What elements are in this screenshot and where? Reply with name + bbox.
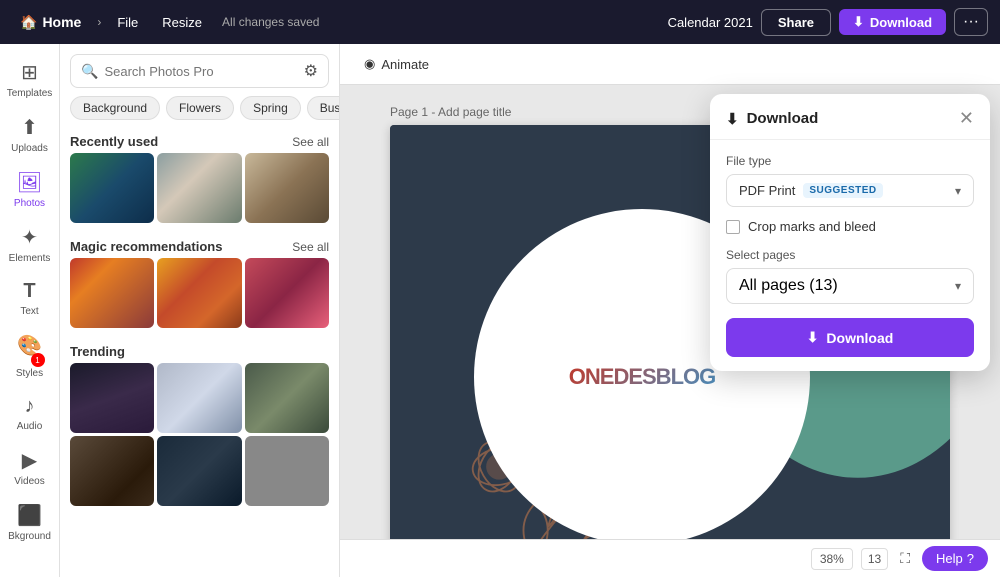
sidebar-item-audio[interactable]: ♪ Audio (0, 387, 59, 440)
search-input[interactable] (104, 64, 297, 79)
sidebar-item-background[interactable]: ⬛ Bkground (0, 495, 59, 550)
photo-thumb[interactable] (245, 436, 329, 506)
magic-recs-see-all[interactable]: See all (292, 240, 329, 254)
modal-download-btn-icon: ⬇ (807, 329, 819, 346)
file-type-label: File type (726, 154, 974, 168)
select-pages-select[interactable]: All pages (13) ▾ (726, 268, 974, 304)
saved-status: All changes saved (222, 15, 660, 29)
page-number[interactable]: 13 (861, 548, 888, 570)
nav-separator: › (97, 15, 101, 29)
file-type-select[interactable]: PDF Print SUGGESTED ▾ (726, 174, 974, 207)
photo-thumb[interactable] (157, 153, 241, 223)
photo-panel: 🔍 ⚙ Background Flowers Spring Busin... ›… (60, 44, 340, 577)
tag-row: Background Flowers Spring Busin... › (60, 96, 339, 128)
crop-marks-row: Crop marks and bleed (726, 219, 974, 234)
trending-header: Trending (60, 338, 339, 363)
modal-close-button[interactable]: ✕ (959, 108, 974, 129)
chevron-down-icon: ▾ (955, 184, 961, 198)
sidebar-item-videos[interactable]: ▶ Videos (0, 440, 59, 495)
photo-thumb[interactable] (157, 363, 241, 433)
background-icon: ⬛ (17, 503, 42, 528)
sidebar-item-elements[interactable]: ✦ Elements (0, 217, 59, 272)
crop-marks-label: Crop marks and bleed (748, 219, 876, 234)
filter-icon[interactable]: ⚙ (304, 61, 318, 81)
tag-spring[interactable]: Spring (240, 96, 301, 120)
animate-button[interactable]: ◉ Animate (356, 52, 437, 76)
videos-icon: ▶ (22, 448, 37, 473)
more-options-button[interactable]: ··· (954, 8, 988, 36)
download-modal: ⬇ Download ✕ File type PDF Print SUGGEST… (710, 94, 990, 371)
recently-used-see-all[interactable]: See all (292, 135, 329, 149)
home-button[interactable]: 🏠 Home (12, 10, 89, 35)
share-button[interactable]: Share (761, 9, 831, 36)
uploads-icon: ⬆ (21, 115, 38, 140)
photo-thumb[interactable] (70, 258, 154, 328)
home-label: Home (42, 14, 81, 30)
photo-thumb[interactable] (70, 363, 154, 433)
zoom-level[interactable]: 38% (811, 548, 853, 570)
sidebar-item-text[interactable]: T Text (0, 272, 59, 325)
sidebar-item-templates[interactable]: ⊞ Templates (0, 52, 59, 107)
sidebar-item-uploads[interactable]: ⬆ Uploads (0, 107, 59, 162)
sidebar-item-photos[interactable]: 🖼 Photos (0, 162, 59, 217)
search-bar[interactable]: 🔍 ⚙ (70, 54, 329, 88)
fullscreen-button[interactable]: ⛶ (896, 548, 914, 569)
panel-scroll: Recently used See all Magic recommendati… (60, 128, 339, 577)
photo-thumb[interactable] (70, 153, 154, 223)
audio-icon: ♪ (25, 395, 35, 418)
tag-flowers[interactable]: Flowers (166, 96, 234, 120)
photo-thumb[interactable] (245, 363, 329, 433)
canvas-area: ◉ Animate Page 1 - Add page title (340, 44, 1000, 577)
modal-body: File type PDF Print SUGGESTED ▾ Crop mar… (710, 140, 990, 371)
modal-header: ⬇ Download ✕ (710, 94, 990, 140)
trending-title: Trending (70, 344, 125, 359)
download-icon: ⬇ (853, 14, 864, 30)
animate-icon: ◉ (364, 56, 375, 72)
resize-button[interactable]: Resize (154, 11, 210, 34)
search-icon: 🔍 (81, 63, 98, 80)
file-type-value: PDF Print SUGGESTED (739, 183, 883, 198)
nav-download-button[interactable]: ⬇ Download (839, 9, 946, 35)
suggested-badge: SUGGESTED (803, 183, 882, 198)
tag-background[interactable]: Background (70, 96, 160, 120)
select-pages-label: Select pages (726, 248, 974, 262)
help-button[interactable]: Help ? (922, 546, 988, 571)
logo-text: ONEDESBLOG (569, 364, 715, 390)
magic-recs-title: Magic recommendations (70, 239, 222, 254)
recently-used-title: Recently used (70, 134, 158, 149)
magic-recs-grid (60, 258, 339, 328)
templates-icon: ⊞ (21, 60, 38, 85)
photo-thumb[interactable] (157, 258, 241, 328)
year-text: 2021 (789, 532, 922, 539)
text-icon: T (23, 280, 35, 303)
home-icon: 🏠 (20, 14, 37, 31)
file-button[interactable]: File (109, 11, 146, 34)
photo-thumb[interactable] (157, 436, 241, 506)
recently-used-grid (60, 153, 339, 223)
sidebar-item-styles[interactable]: 🎨 1 Styles (0, 325, 59, 387)
main-layout: ⊞ Templates ⬆ Uploads 🖼 Photos ✦ Element… (0, 44, 1000, 577)
recently-used-header: Recently used See all (60, 128, 339, 153)
styles-badge: 1 (31, 353, 45, 367)
photo-thumb[interactable] (245, 258, 329, 328)
magic-recs-header: Magic recommendations See all (60, 233, 339, 258)
modal-download-icon: ⬇ (726, 110, 739, 128)
pages-chevron-icon: ▾ (955, 279, 961, 293)
tag-business[interactable]: Busin... (307, 96, 339, 120)
photos-icon: 🖼 (17, 170, 42, 195)
canvas-bottom-bar: 38% 13 ⛶ Help ? (340, 539, 1000, 577)
elements-icon: ✦ (21, 225, 38, 250)
trending-grid (60, 363, 339, 506)
photo-thumb[interactable] (245, 153, 329, 223)
icon-sidebar: ⊞ Templates ⬆ Uploads 🖼 Photos ✦ Element… (0, 44, 60, 577)
select-pages-value: All pages (13) (739, 277, 838, 295)
crop-marks-checkbox[interactable] (726, 220, 740, 234)
canvas-toolbar: ◉ Animate (340, 44, 1000, 85)
top-navigation: 🏠 Home › File Resize All changes saved C… (0, 0, 1000, 44)
modal-title: ⬇ Download (726, 110, 818, 128)
document-title: Calendar 2021 (668, 15, 753, 30)
photo-thumb[interactable] (70, 436, 154, 506)
modal-download-button[interactable]: ⬇ Download (726, 318, 974, 357)
